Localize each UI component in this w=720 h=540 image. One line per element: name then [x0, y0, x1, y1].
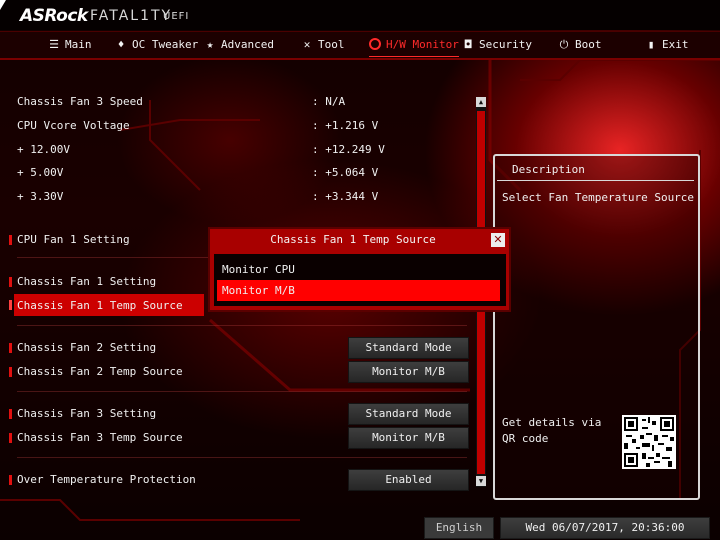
setting-chassis-fan2[interactable]: Chassis Fan 2 Setting	[17, 341, 156, 354]
tab-advanced[interactable]: ★ Advanced	[203, 32, 274, 58]
tools-icon: ✕	[303, 38, 311, 51]
over-temp-protection-button[interactable]: Enabled	[348, 469, 469, 491]
scroll-down-arrow-icon[interactable]: ▼	[476, 476, 486, 486]
item-marker	[9, 277, 12, 287]
monitor-value: : N/A	[312, 95, 346, 108]
monitor-value: : +1.216 V	[312, 119, 379, 132]
tab-boot[interactable]: ⏻ Boot	[557, 32, 602, 58]
tab-tool-label: Tool	[318, 38, 345, 51]
popup-title: Chassis Fan 1 Temp Source	[270, 233, 436, 246]
description-title: Description	[512, 163, 585, 176]
tab-oc-tweaker[interactable]: ♦ OC Tweaker	[114, 32, 199, 58]
close-icon[interactable]: ✕	[491, 233, 505, 247]
description-text: Select Fan Temperature Source	[502, 191, 695, 204]
tab-exit-label: Exit	[662, 38, 689, 51]
qr-caption: Get details via QR code	[502, 416, 602, 445]
item-marker	[9, 475, 12, 485]
setting-chassis-fan1[interactable]: Chassis Fan 1 Setting	[17, 275, 156, 288]
setting-chassis-fan1-temp-source[interactable]: Chassis Fan 1 Temp Source	[17, 299, 183, 312]
main-nav: ☰ Main ♦ OC Tweaker ★ Advanced ✕ Tool H/W Mo…	[0, 31, 720, 60]
description-divider	[497, 180, 694, 181]
popup-option-monitor-mb[interactable]: Monitor M/B	[222, 284, 295, 297]
tab-advanced-label: Advanced	[221, 38, 274, 51]
chassis-fan2-temp-source-button[interactable]: Monitor M/B	[348, 361, 469, 383]
fatality-logo: FATAL1TY	[90, 8, 173, 24]
separator	[17, 457, 467, 458]
uefi-label: UEFI	[163, 11, 190, 22]
menu-lines-icon: ☰	[49, 38, 59, 51]
popup-option-monitor-cpu[interactable]: Monitor CPU	[222, 263, 295, 276]
monitor-value: : +3.344 V	[312, 190, 379, 203]
flame-icon: ♦	[117, 38, 125, 51]
tab-oc-tweaker-label: OC Tweaker	[132, 38, 199, 51]
monitor-label: Chassis Fan 3 Speed	[17, 95, 143, 108]
tab-boot-label: Boot	[575, 38, 602, 51]
chassis-fan3-temp-source-button[interactable]: Monitor M/B	[348, 427, 469, 449]
separator	[17, 391, 467, 392]
monitor-label: + 12.00V	[17, 143, 70, 156]
asrock-logo: ASRock	[20, 6, 88, 26]
tab-hw-monitor-label: H/W Monitor	[386, 38, 459, 51]
item-marker	[9, 343, 12, 353]
tab-hw-monitor[interactable]: H/W Monitor	[369, 32, 459, 58]
top-header: ASRock FATAL1TY UEFI	[0, 0, 720, 30]
monitor-label: CPU Vcore Voltage	[17, 119, 130, 132]
item-marker	[9, 300, 12, 310]
item-marker	[9, 433, 12, 443]
tab-main-label: Main	[65, 38, 92, 51]
monitor-value: : +5.064 V	[312, 166, 379, 179]
mouse-cursor-icon	[0, 0, 6, 10]
setting-cpu-fan1[interactable]: CPU Fan 1 Setting	[17, 233, 130, 246]
monitor-label: + 5.00V	[17, 166, 64, 179]
item-marker	[9, 409, 12, 419]
tab-security[interactable]: ◘ Security	[461, 32, 532, 58]
chassis-fan2-setting-button[interactable]: Standard Mode	[348, 337, 469, 359]
monitor-label: + 3.30V	[17, 190, 64, 203]
active-tab-underline	[369, 56, 459, 57]
language-button[interactable]: English	[424, 517, 494, 539]
qr-code	[622, 415, 676, 469]
item-marker	[9, 235, 12, 245]
tab-exit[interactable]: ▮ Exit	[644, 32, 689, 58]
setting-over-temp-protection[interactable]: Over Temperature Protection	[17, 473, 196, 486]
qr-code-icon	[622, 415, 676, 469]
item-marker	[9, 367, 12, 377]
power-ring-icon	[369, 38, 381, 50]
setting-chassis-fan3-temp-source[interactable]: Chassis Fan 3 Temp Source	[17, 431, 183, 444]
setting-chassis-fan2-temp-source[interactable]: Chassis Fan 2 Temp Source	[17, 365, 183, 378]
separator	[17, 325, 467, 326]
datetime-display: Wed 06/07/2017, 20:36:00	[500, 517, 710, 539]
monitor-value: : +12.249 V	[312, 143, 385, 156]
scroll-up-arrow-icon[interactable]: ▲	[476, 97, 486, 107]
shield-icon: ◘	[464, 38, 472, 51]
power-icon: ⏻	[559, 38, 569, 51]
setting-chassis-fan3[interactable]: Chassis Fan 3 Setting	[17, 407, 156, 420]
star-icon: ★	[206, 38, 214, 51]
chassis-fan3-setting-button[interactable]: Standard Mode	[348, 403, 469, 425]
tab-security-label: Security	[479, 38, 532, 51]
tab-main[interactable]: ☰ Main	[47, 32, 92, 58]
exit-door-icon: ▮	[647, 38, 655, 51]
tab-tool[interactable]: ✕ Tool	[300, 32, 345, 58]
